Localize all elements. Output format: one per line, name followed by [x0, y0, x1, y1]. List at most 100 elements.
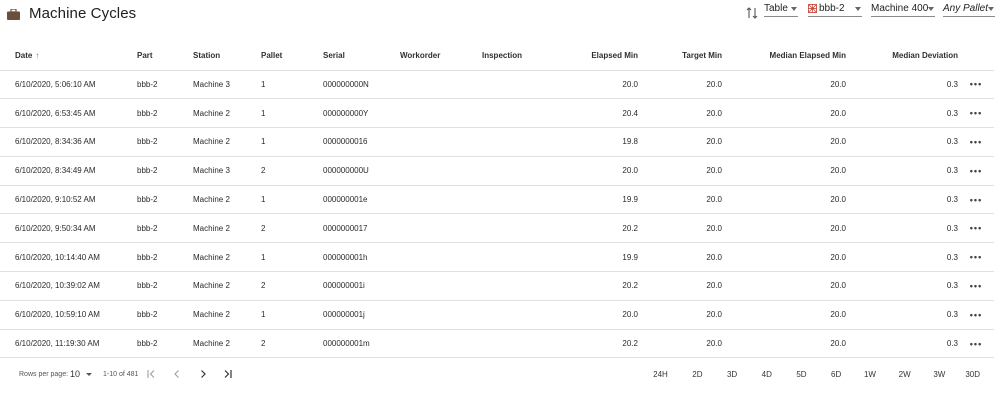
- chevron-down-icon: [791, 7, 797, 11]
- cell-target: 20.0: [638, 156, 722, 186]
- range-button-6d[interactable]: 6D: [807, 370, 841, 379]
- more-horizontal-icon[interactable]: •••: [970, 137, 982, 147]
- table-row[interactable]: 6/10/2020, 6:53:45 AM bbb-2 Machine 2 1 0000…: [0, 98, 994, 129]
- cell-date: 6/10/2020, 9:10:52 AM: [0, 185, 137, 215]
- range-button-5d[interactable]: 5D: [772, 370, 806, 379]
- table-row[interactable]: 6/10/2020, 10:59:10 AM bbb-2 Machine 2 1 000…: [0, 300, 994, 330]
- more-horizontal-icon[interactable]: •••: [970, 281, 982, 291]
- column-header-part[interactable]: Part: [137, 42, 193, 71]
- cell-date: 6/10/2020, 9:50:34 AM: [0, 213, 137, 244]
- cell-station: Machine 2: [193, 300, 261, 330]
- chevron-left-icon: [174, 370, 179, 378]
- more-horizontal-icon[interactable]: •••: [970, 166, 982, 176]
- more-horizontal-icon[interactable]: •••: [970, 252, 982, 262]
- more-horizontal-icon[interactable]: •••: [970, 310, 982, 320]
- cell-station: Machine 2: [193, 329, 261, 359]
- range-button-3w[interactable]: 3W: [911, 370, 945, 379]
- more-horizontal-icon[interactable]: •••: [970, 339, 982, 349]
- cell-station: Machine 2: [193, 127, 261, 157]
- rows-per-page-select[interactable]: 10: [70, 369, 92, 381]
- table-row[interactable]: 6/10/2020, 10:14:40 AM bbb-2 Machine 2 1 000…: [0, 242, 994, 273]
- column-header-workorder[interactable]: Workorder: [400, 42, 482, 71]
- arrow-up-icon: ↑: [35, 51, 40, 61]
- cell-median-elapsed: 20.0: [722, 242, 846, 273]
- column-header-pallet[interactable]: Pallet: [261, 42, 323, 71]
- cell-date: 6/10/2020, 10:39:02 AM: [0, 271, 137, 301]
- column-header-inspection[interactable]: Inspection: [482, 42, 552, 71]
- cell-elapsed: 19.9: [552, 242, 638, 273]
- cell-elapsed: 19.9: [552, 185, 638, 215]
- cell-part: bbb-2: [137, 271, 193, 301]
- time-range-buttons: 24H 2D 3D 4D 5D 6D 1W 2W 3W 30D: [633, 370, 980, 379]
- machine-select[interactable]: Machine 400: [871, 0, 935, 17]
- cell-median-dev: 0.3: [846, 300, 958, 330]
- cell-serial: 000000001m: [323, 329, 400, 359]
- cell-elapsed: 20.2: [552, 329, 638, 359]
- cell-part: bbb-2: [137, 98, 193, 129]
- previous-page-button[interactable]: [170, 367, 184, 381]
- cell-part: bbb-2: [137, 213, 193, 244]
- range-button-1w[interactable]: 1W: [841, 370, 876, 379]
- table-row[interactable]: 6/10/2020, 10:39:02 AM bbb-2 Machine 2 2 000…: [0, 271, 994, 301]
- cell-workorder: [400, 127, 482, 157]
- column-header-median-deviation[interactable]: Median Deviation: [846, 42, 958, 71]
- table-row[interactable]: 6/10/2020, 8:34:49 AM bbb-2 Machine 3 2 0000…: [0, 156, 994, 186]
- briefcase-icon: [7, 9, 20, 20]
- column-header-target[interactable]: Target Min: [638, 42, 722, 71]
- table-row[interactable]: 6/10/2020, 11:19:30 AM bbb-2 Machine 2 2 000…: [0, 329, 994, 359]
- cell-pallet: 1: [261, 300, 323, 330]
- range-button-4d[interactable]: 4D: [737, 370, 772, 379]
- cell-elapsed: 19.8: [552, 127, 638, 157]
- part-select[interactable]: bbb-2: [808, 0, 862, 17]
- row-actions-cell: •••: [958, 300, 994, 330]
- more-horizontal-icon[interactable]: •••: [970, 195, 982, 205]
- row-actions-cell: •••: [958, 127, 994, 157]
- view-type-select[interactable]: Table: [764, 0, 798, 17]
- range-button-3d[interactable]: 3D: [703, 370, 737, 379]
- cell-pallet: 2: [261, 329, 323, 359]
- swap-vertical-icon[interactable]: [746, 6, 758, 20]
- first-page-button[interactable]: [144, 367, 158, 381]
- cell-station: Machine 3: [193, 70, 261, 100]
- cell-target: 20.0: [638, 70, 722, 100]
- cell-inspection: [482, 213, 552, 244]
- column-header-station[interactable]: Station: [193, 42, 261, 71]
- more-horizontal-icon[interactable]: •••: [970, 79, 982, 89]
- next-page-button[interactable]: [196, 367, 210, 381]
- range-button-24h[interactable]: 24H: [633, 370, 668, 379]
- range-button-2d[interactable]: 2D: [668, 370, 702, 379]
- table-row[interactable]: 6/10/2020, 8:34:36 AM bbb-2 Machine 2 1 0000…: [0, 127, 994, 157]
- pagination-range: 1-10 of 481: [103, 371, 139, 378]
- cell-target: 20.0: [638, 98, 722, 129]
- cell-pallet: 1: [261, 70, 323, 100]
- cell-part: bbb-2: [137, 156, 193, 186]
- cell-elapsed: 20.0: [552, 300, 638, 330]
- range-button-2w[interactable]: 2W: [876, 370, 911, 379]
- cell-median-dev: 0.3: [846, 329, 958, 359]
- toolbar: Machine Cycles Table bbb-2 Machine 400 A…: [0, 0, 1000, 30]
- last-page-button[interactable]: [221, 367, 235, 381]
- cell-serial: 000000000U: [323, 156, 400, 186]
- pallet-select[interactable]: Any Pallet: [943, 0, 995, 17]
- cell-elapsed: 20.2: [552, 213, 638, 244]
- cell-median-elapsed: 20.0: [722, 329, 846, 359]
- chevron-right-icon: [201, 370, 206, 378]
- cell-workorder: [400, 271, 482, 301]
- table-row[interactable]: 6/10/2020, 5:06:10 AM bbb-2 Machine 3 1 0000…: [0, 70, 994, 100]
- cell-inspection: [482, 300, 552, 330]
- column-header-serial[interactable]: Serial: [323, 42, 400, 71]
- table-row[interactable]: 6/10/2020, 9:50:34 AM bbb-2 Machine 2 2 0000…: [0, 213, 994, 244]
- row-actions-cell: •••: [958, 329, 994, 359]
- column-header-median-elapsed[interactable]: Median Elapsed Min: [722, 42, 846, 71]
- more-horizontal-icon[interactable]: •••: [970, 223, 982, 233]
- cell-part: bbb-2: [137, 242, 193, 273]
- column-header-elapsed[interactable]: Elapsed Min: [552, 42, 638, 71]
- cell-pallet: 1: [261, 127, 323, 157]
- cell-serial: 000000001h: [323, 242, 400, 273]
- cell-target: 20.0: [638, 329, 722, 359]
- column-header-date[interactable]: Date ↑: [0, 42, 137, 71]
- more-horizontal-icon[interactable]: •••: [970, 108, 982, 118]
- table-row[interactable]: 6/10/2020, 9:10:52 AM bbb-2 Machine 2 1 0000…: [0, 185, 994, 215]
- cell-inspection: [482, 329, 552, 359]
- range-button-30d[interactable]: 30D: [945, 370, 980, 379]
